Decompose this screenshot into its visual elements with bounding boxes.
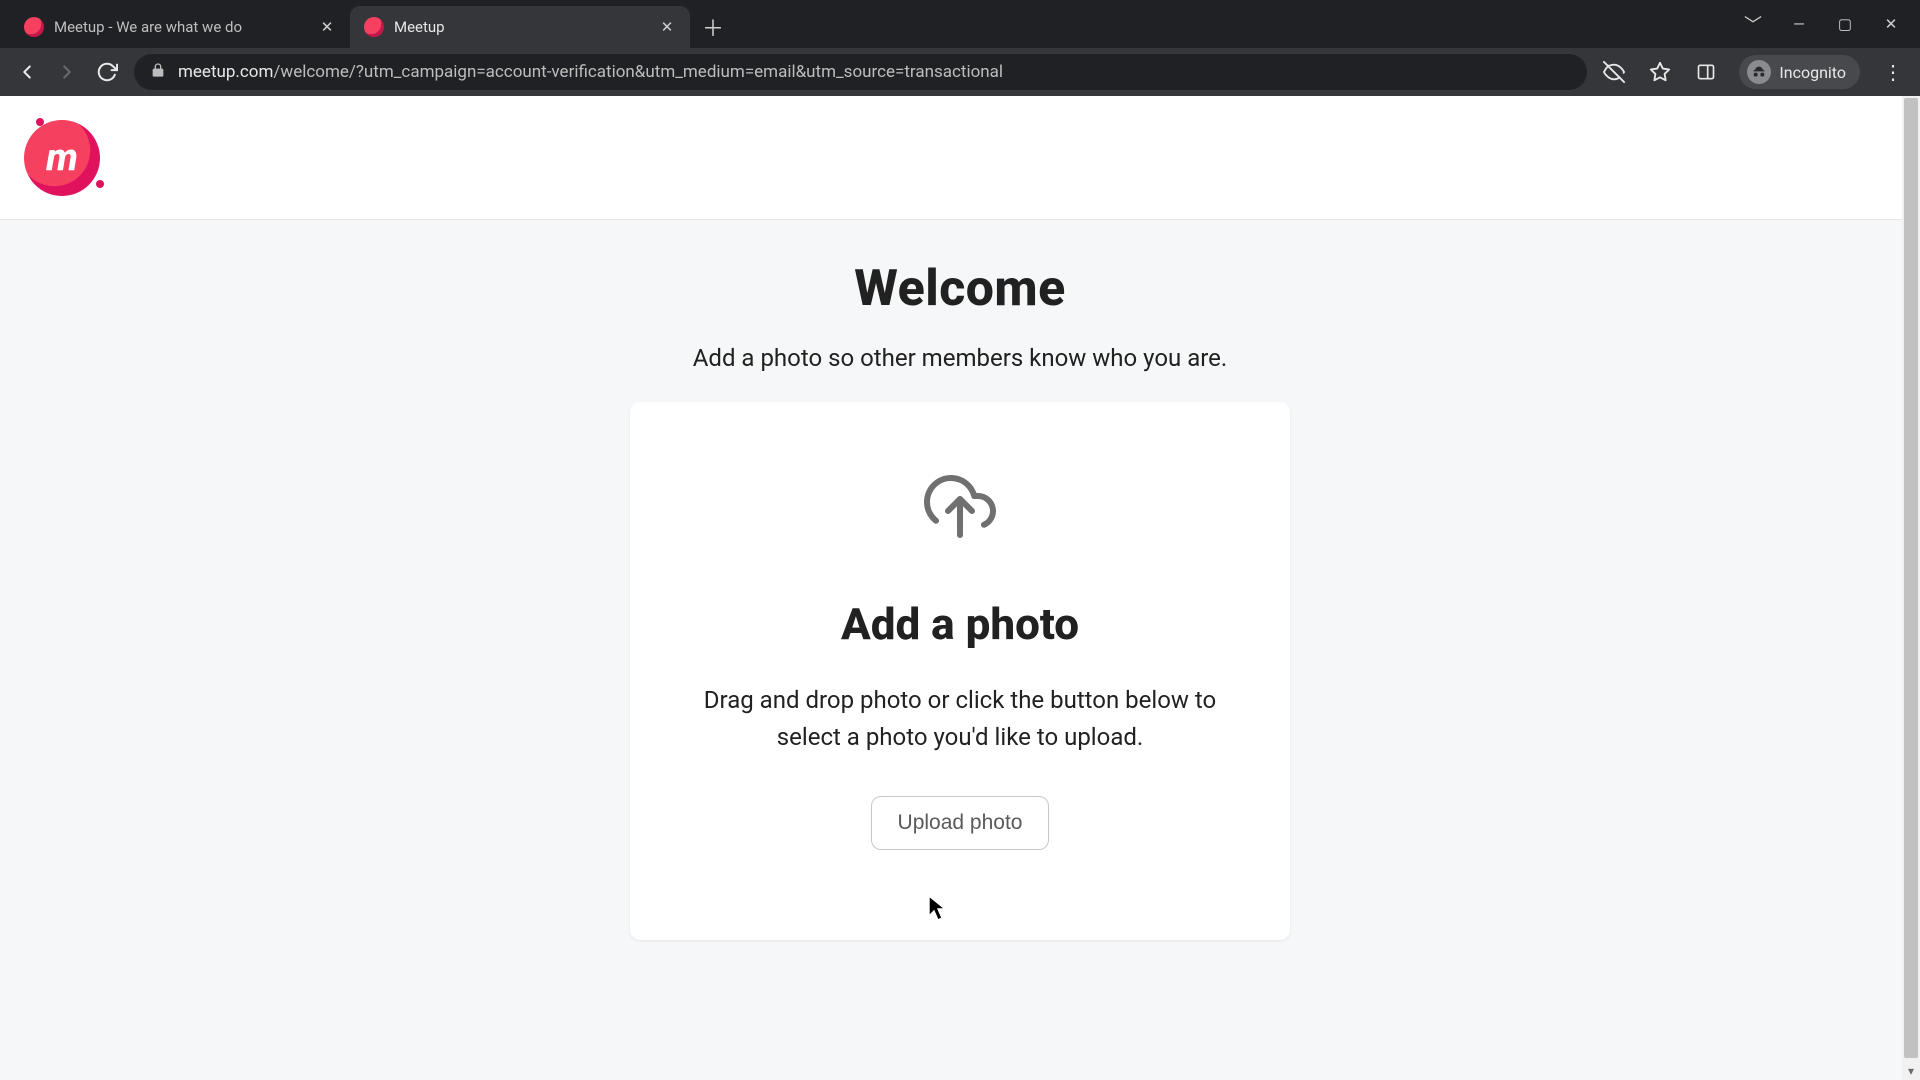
address-bar[interactable]: meetup.com/welcome/?utm_campaign=account… <box>134 54 1587 90</box>
minimize-icon[interactable]: — <box>1790 15 1808 33</box>
page-content: Welcome Add a photo so other members kno… <box>0 220 1920 1080</box>
scroll-down-icon[interactable]: ▾ <box>1902 1062 1920 1080</box>
upload-photo-button[interactable]: Upload photo <box>871 796 1050 850</box>
toolbar: meetup.com/welcome/?utm_campaign=account… <box>0 48 1920 96</box>
toolbar-right: Incognito ⋮ <box>1601 55 1906 89</box>
tab-meetup-welcome[interactable]: Meetup ✕ <box>350 6 690 48</box>
upload-card[interactable]: Add a photo Drag and drop photo or click… <box>630 402 1290 940</box>
card-title: Add a photo <box>841 598 1079 650</box>
card-description: Drag and drop photo or click the button … <box>670 682 1250 756</box>
page-subtitle: Add a photo so other members know who yo… <box>693 344 1227 372</box>
forward-button[interactable] <box>54 59 80 85</box>
close-icon[interactable]: ✕ <box>658 18 676 36</box>
page-viewport: m Welcome Add a photo so other members k… <box>0 96 1920 1080</box>
close-icon[interactable]: ✕ <box>318 18 336 36</box>
cloud-upload-icon <box>924 472 996 548</box>
vertical-scrollbar[interactable]: ▾ <box>1902 96 1920 1080</box>
page-title: Welcome <box>854 260 1065 318</box>
reload-button[interactable] <box>94 59 120 85</box>
chevron-down-icon[interactable]: ﹀ <box>1744 11 1762 37</box>
maximize-icon[interactable]: ▢ <box>1836 15 1854 33</box>
browser-titlebar: Meetup - We are what we do ✕ Meetup ✕ ＋ … <box>0 0 1920 48</box>
lock-icon <box>150 62 166 82</box>
site-header: m <box>0 96 1920 220</box>
bookmark-star-icon[interactable] <box>1647 59 1673 85</box>
incognito-label: Incognito <box>1779 63 1846 82</box>
tab-title: Meetup <box>394 18 648 36</box>
logo-letter: m <box>46 136 78 180</box>
meetup-favicon-icon <box>364 17 384 37</box>
url-text: meetup.com/welcome/?utm_campaign=account… <box>178 62 1003 82</box>
window-controls: ﹀ — ▢ ✕ <box>1724 0 1920 48</box>
incognito-indicator[interactable]: Incognito <box>1739 55 1860 89</box>
tab-title: Meetup - We are what we do <box>54 18 308 36</box>
incognito-icon <box>1747 60 1771 84</box>
new-tab-button[interactable]: ＋ <box>696 10 730 44</box>
scrollbar-thumb[interactable] <box>1904 98 1918 1058</box>
back-button[interactable] <box>14 59 40 85</box>
eye-off-icon[interactable] <box>1601 59 1627 85</box>
menu-kebab-icon[interactable]: ⋮ <box>1880 59 1906 85</box>
meetup-logo-icon[interactable]: m <box>24 120 100 196</box>
close-window-icon[interactable]: ✕ <box>1882 15 1900 33</box>
meetup-favicon-icon <box>24 17 44 37</box>
tab-strip: Meetup - We are what we do ✕ Meetup ✕ ＋ <box>10 0 1724 48</box>
side-panel-icon[interactable] <box>1693 59 1719 85</box>
tab-meetup-about[interactable]: Meetup - We are what we do ✕ <box>10 6 350 48</box>
